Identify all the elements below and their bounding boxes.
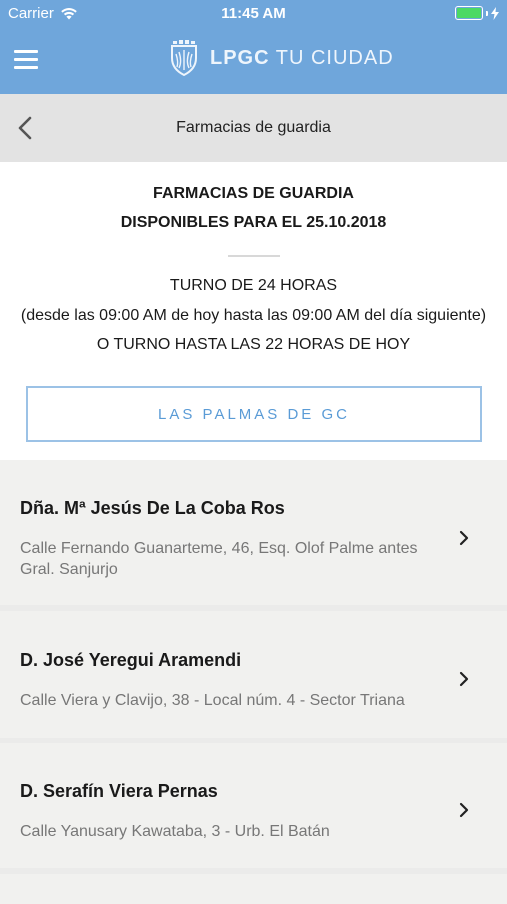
city-selector-button[interactable]: LAS PALMAS DE GC xyxy=(26,386,482,442)
battery-level xyxy=(457,8,481,18)
page-title: Farmacias de guardia xyxy=(176,119,331,136)
heading-line-1: FARMACIAS DE GUARDIA xyxy=(153,185,354,202)
app-header: LPGC TU CIUDAD xyxy=(0,28,507,94)
intro-section: FARMACIAS DE GUARDIA DISPONIBLES PARA EL… xyxy=(0,162,507,460)
app-title: LPGC TU CIUDAD xyxy=(210,47,394,70)
heading-line-2: DISPONIBLES PARA EL 25.10.2018 xyxy=(120,214,387,231)
chevron-right-icon xyxy=(459,671,469,687)
turno-line-1: TURNO DE 24 HORAS xyxy=(169,277,338,294)
menu-button[interactable] xyxy=(14,50,38,70)
pharmacy-name: D. José Yeregui Aramendi xyxy=(20,650,242,670)
nav-bar: Farmacias de guardia xyxy=(0,94,507,162)
turno-line-2: (desde las 09:00 AM de hoy hasta las 09:… xyxy=(20,306,487,324)
intro-heading: FARMACIAS DE GUARDIA DISPONIBLES PARA EL… xyxy=(0,179,507,237)
battery-indicator xyxy=(455,6,499,20)
list-item[interactable]: Dña. Mª Jesús De La Coba Ros Calle Ferna… xyxy=(0,460,507,605)
chevron-right-icon xyxy=(459,530,469,546)
pharmacy-name: D. Serafín Viera Pernas xyxy=(20,781,218,801)
pharmacy-address: Calle Viera y Clavijo, 38 - Local núm. 4… xyxy=(20,692,405,709)
clock: 11:45 AM xyxy=(221,5,286,22)
pharmacy-address: Calle Fernando Guanarteme, 46, Esq. Olof… xyxy=(20,540,418,578)
app-title-bold: LPGC xyxy=(210,46,270,69)
pharmacy-name: Dña. Mª Jesús De La Coba Ros xyxy=(20,498,285,518)
divider xyxy=(227,255,280,257)
city-shield-icon xyxy=(171,40,197,76)
status-bar: Carrier 11:45 AM xyxy=(0,0,507,28)
battery-icon xyxy=(455,6,483,20)
chevron-right-icon xyxy=(459,802,469,818)
brand-logo: LPGC TU CIUDAD xyxy=(170,40,394,76)
list-item[interactable]: D. Serafín Viera Pernas Calle Yanusary K… xyxy=(0,743,507,868)
list-item[interactable]: D. José Yeregui Aramendi Calle Viera y C… xyxy=(0,611,507,738)
pharmacy-address: Calle Yanusary Kawataba, 3 - Urb. El Bat… xyxy=(20,823,330,840)
hamburger-icon xyxy=(14,50,38,53)
app-title-rest: TU CIUDAD xyxy=(269,46,394,69)
charging-bolt-icon xyxy=(491,6,499,20)
turno-line-3: O TURNO HASTA LAS 22 HORAS DE HOY xyxy=(96,336,411,353)
